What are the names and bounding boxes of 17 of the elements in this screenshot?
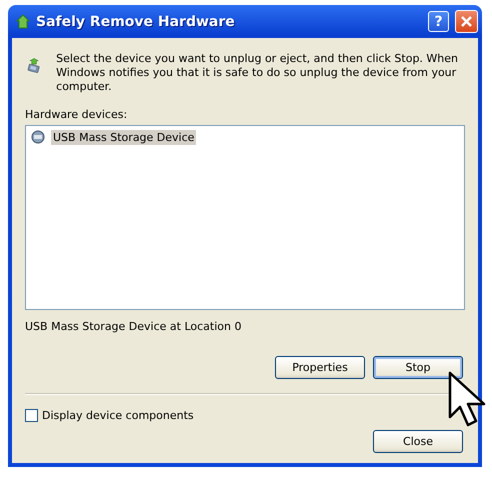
devices-label: Hardware devices: [25, 108, 128, 121]
checkbox-label[interactable]: Display device components [42, 409, 194, 422]
pointer-cursor-icon [448, 371, 488, 429]
help-button[interactable]: ? [428, 11, 449, 32]
usb-device-icon [30, 129, 46, 145]
device-list-item[interactable]: USB Mass Storage Device [51, 130, 196, 144]
device-location-text: USB Mass Storage Device at Location 0 [25, 320, 242, 333]
close-button[interactable] [455, 10, 478, 33]
stop-button[interactable]: Stop [373, 356, 463, 379]
close-icon [460, 15, 473, 28]
hardware-icon [16, 14, 30, 30]
checkbox[interactable] [25, 409, 38, 422]
device-list[interactable]: USB Mass Storage Device [25, 125, 465, 310]
window-title: Safely Remove Hardware [36, 14, 236, 30]
instructions-text: Select the device you want to unplug or eject, and then click Stop. When Windows notifies you that it is safe to do so unplug the device from your computer. [56, 52, 460, 94]
close-dialog-button[interactable]: Close [373, 430, 463, 453]
properties-button[interactable]: Properties [275, 356, 365, 379]
